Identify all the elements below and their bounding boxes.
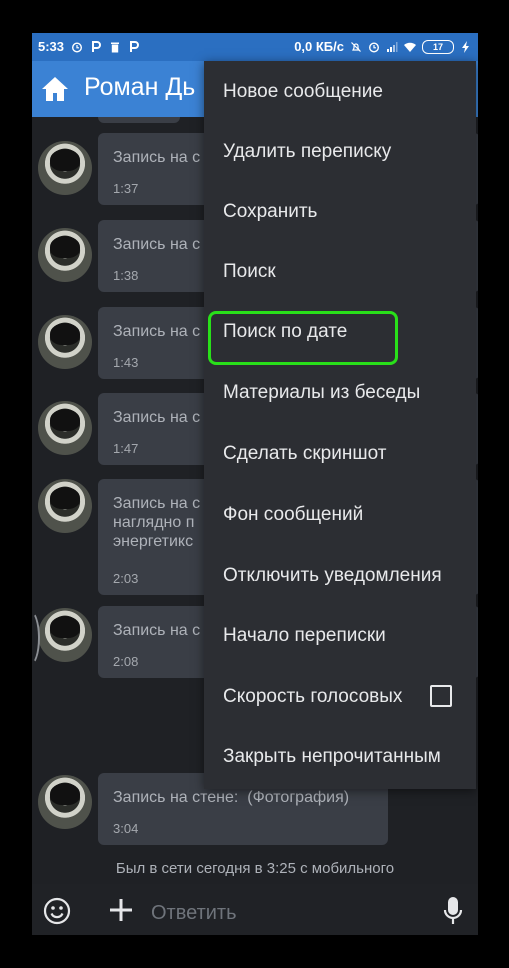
p-app-icon — [130, 40, 139, 52]
menu-item-label: Сделать скриншот — [223, 443, 387, 464]
menu-item-label: Отключить уведомления — [223, 565, 442, 586]
message-time: 3:04 — [113, 821, 139, 836]
message-time: 1:47 — [113, 441, 139, 456]
message-text: Запись на с — [113, 622, 201, 639]
status-time: 5:33 — [38, 39, 65, 54]
message-text: Запись на с — [113, 149, 201, 166]
mute-icon — [351, 41, 361, 52]
p-app-icon — [92, 40, 101, 52]
menu-item-label: Удалить переписку — [223, 141, 392, 162]
menu-item-search[interactable]: Поиск — [204, 242, 476, 302]
message-text: Запись на с — [113, 323, 201, 340]
signal-icon — [387, 41, 398, 52]
message-time: 1:43 — [113, 355, 139, 370]
status-bar-right: 0,0 КБ/с 17 — [294, 39, 472, 54]
trash-icon — [111, 42, 120, 52]
attach-plus-icon[interactable] — [108, 897, 134, 923]
charging-icon — [462, 40, 469, 53]
avatar[interactable] — [38, 479, 92, 533]
overflow-menu: Новое сообщение Удалить переписку Сохран… — [204, 61, 476, 789]
menu-item-conversation-materials[interactable]: Материалы из беседы — [204, 363, 476, 423]
alarm-icon — [72, 41, 83, 53]
conversation-title[interactable]: Роман Дь — [84, 73, 195, 102]
emoji-icon[interactable] — [43, 897, 71, 925]
menu-item-delete-conversation[interactable]: Удалить переписку — [204, 122, 476, 182]
menu-item-voice-speed[interactable]: Скорость голосовых — [204, 667, 476, 727]
battery-indicator: 17 — [422, 39, 454, 54]
search-by-date-highlight — [208, 311, 398, 365]
reply-input[interactable]: Ответить — [151, 902, 237, 925]
wifi-icon — [404, 42, 416, 52]
menu-item-label: Сохранить — [223, 201, 318, 222]
previous-message-bubble — [98, 117, 180, 123]
menu-item-message-background[interactable]: Фон сообщений — [204, 485, 476, 545]
menu-item-label: Фон сообщений — [223, 504, 364, 525]
avatar[interactable] — [38, 228, 92, 282]
menu-item-new-message[interactable]: Новое сообщение — [204, 62, 476, 122]
alarm-icon — [368, 41, 380, 53]
message-time: 2:08 — [113, 654, 139, 669]
menu-item-disable-notifications[interactable]: Отключить уведомления — [204, 546, 476, 606]
message-composer: Ответить — [32, 884, 478, 935]
menu-item-conversation-start[interactable]: Начало переписки — [204, 606, 476, 666]
avatar[interactable] — [38, 401, 92, 455]
avatar[interactable] — [38, 775, 92, 829]
menu-item-label: Скорость голосовых — [223, 686, 403, 707]
message-time: 2:03 — [113, 571, 139, 586]
menu-item-close-unread[interactable]: Закрыть непрочитанным — [204, 727, 476, 787]
avatar[interactable] — [38, 141, 92, 195]
voice-speed-checkbox[interactable] — [430, 685, 452, 707]
avatar[interactable] — [38, 315, 92, 369]
message-time: 1:38 — [113, 268, 139, 283]
scroll-edge-indicator — [32, 610, 40, 666]
message-text: Запись на с — [113, 236, 201, 253]
online-status: Был в сети сегодня в 3:25 с мобильного — [115, 860, 395, 877]
message-text: Запись на с наглядно п энергетикс — [113, 495, 201, 550]
menu-item-label: Закрыть непрочитанным — [223, 746, 441, 767]
menu-item-screenshot[interactable]: Сделать скриншот — [204, 424, 476, 484]
menu-item-label: Начало переписки — [223, 625, 386, 646]
message-time: 1:37 — [113, 181, 139, 196]
menu-item-save[interactable]: Сохранить — [204, 182, 476, 242]
phone-screen: 5:33 0,0 КБ/с 17 Роман Дь Запись на с 1:… — [32, 33, 478, 935]
microphone-icon[interactable] — [443, 896, 463, 926]
message-text: Запись на с — [113, 409, 201, 426]
menu-item-label: Новое сообщение — [223, 81, 383, 102]
avatar[interactable] — [38, 608, 92, 662]
menu-item-label: Материалы из беседы — [223, 382, 421, 403]
message-text: Запись на стене: (Фотография) — [113, 789, 350, 806]
home-icon[interactable] — [40, 75, 70, 103]
status-bar-left: 5:33 — [38, 39, 140, 54]
menu-item-label: Поиск — [223, 261, 276, 282]
network-speed: 0,0 КБ/с — [294, 39, 344, 54]
status-bar: 5:33 0,0 КБ/с 17 — [32, 33, 478, 61]
